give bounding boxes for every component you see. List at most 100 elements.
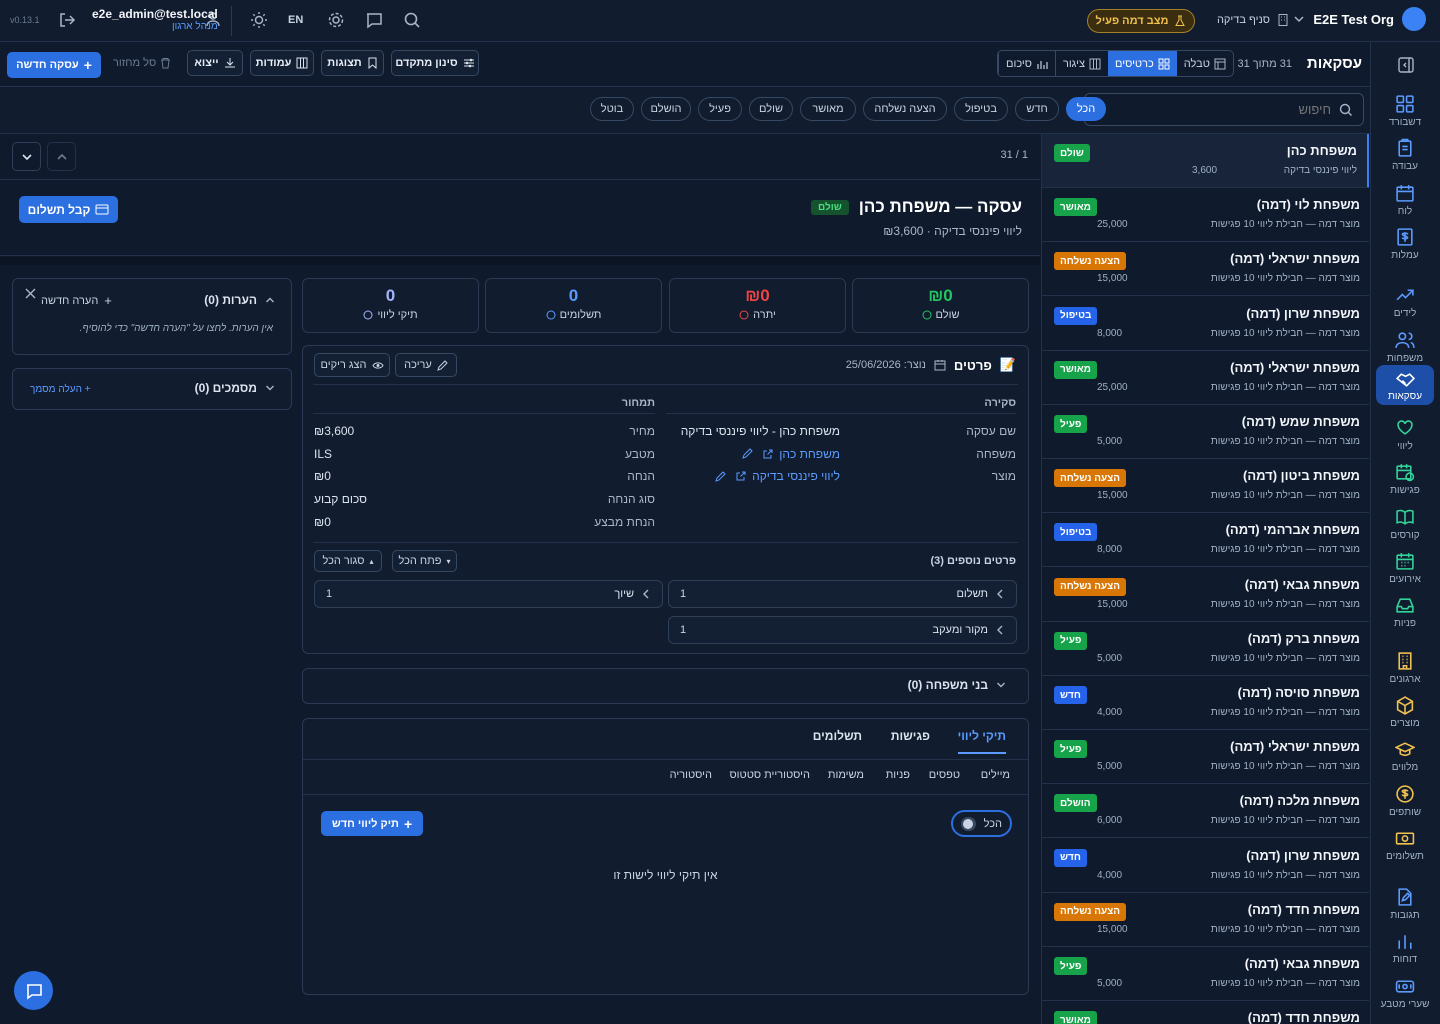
sidebar-item-15[interactable]: מלווים	[1370, 739, 1440, 773]
deal-list-item[interactable]: משפחת כהן ליווי פיננסי בדיקה 3,600 שולם	[1042, 134, 1369, 188]
subtab-2[interactable]: טפסים	[929, 769, 960, 781]
advanced-filter-button[interactable]: סינון מתקדם	[391, 50, 479, 76]
tab-2[interactable]: פגישות	[891, 729, 930, 752]
show-empty-button[interactable]: הצג ריקים	[314, 353, 390, 377]
trash-button[interactable]: סל מחזור	[113, 57, 171, 69]
family-members-section[interactable]: בני משפחה (0)	[302, 668, 1029, 704]
deal-list-item[interactable]: משפחת מלכה (דמה) מוצר דמה — חבילת ליווי 1…	[1042, 784, 1369, 839]
new-deal-button[interactable]: + עסקה חדשה	[7, 52, 101, 78]
status-chip-5[interactable]: מאושר	[800, 97, 856, 121]
pencil-icon[interactable]	[742, 448, 753, 459]
columns-button[interactable]: עמודות	[250, 50, 314, 76]
sidebar-item-20[interactable]: שערי מטבע	[1370, 976, 1440, 1010]
sidebar-item-16[interactable]: שותפים	[1370, 784, 1440, 818]
status-chip-7[interactable]: פעיל	[698, 97, 742, 121]
new-note-button[interactable]: + הערה חדשה	[41, 293, 112, 308]
sidebar-item-5[interactable]: לידים	[1370, 285, 1440, 319]
sidebar-item-14[interactable]: מוצרים	[1370, 695, 1440, 729]
deal-list-item[interactable]: משפחת שרון (דמה) מוצר דמה — חבילת ליווי 1…	[1042, 297, 1369, 351]
status-chip-2[interactable]: חדש	[1015, 97, 1059, 121]
new-file-button[interactable]: + תיק ליווי חדש	[321, 811, 423, 836]
sidebar-item-2[interactable]: עבודה	[1370, 138, 1440, 172]
deal-list-item[interactable]: משפחת חדד (דמה) מאושר	[1042, 1001, 1369, 1024]
deal-list-item[interactable]: משפחת גבאי (דמה) מוצר דמה — חבילת ליווי 1…	[1042, 568, 1369, 622]
upload-document-link[interactable]: + העלה מסמך	[30, 384, 91, 395]
sidebar-item-7[interactable]: עסקאות	[1376, 365, 1434, 405]
deal-list-item[interactable]: משפחת חדד (דמה) מוצר דמה — חבילת ליווי 10…	[1042, 893, 1369, 947]
deal-list-item[interactable]: משפחת ישראלי (דמה) מוצר דמה — חבילת ליווי…	[1042, 730, 1369, 785]
sidebar-item-6[interactable]: משפחות	[1370, 330, 1440, 364]
search-input[interactable]	[1095, 102, 1331, 117]
deal-list-item[interactable]: משפחת שמש (דמה) מוצר דמה — חבילת ליווי 10…	[1042, 405, 1369, 459]
deal-list-item[interactable]: משפחת ישראלי (דמה) מוצר דמה — חבילת ליווי…	[1042, 242, 1369, 297]
tab-3[interactable]: תשלומים	[813, 729, 862, 752]
extra-section[interactable]: תשלום 1	[668, 580, 1017, 608]
branch-switcher[interactable]: סניף בדיקה	[1217, 13, 1290, 27]
status-chip-8[interactable]: הושלם	[641, 97, 691, 121]
all-toggle[interactable]: הכל	[951, 810, 1012, 837]
deal-list-item[interactable]: משפחת שרון (דמה) מוצר דמה — חבילת ליווי 1…	[1042, 839, 1369, 893]
overview-value[interactable]: משפחת כהן	[742, 447, 840, 461]
sidebar-item-18[interactable]: תגובות	[1370, 887, 1440, 921]
deal-list-item[interactable]: משפחת ישראלי (דמה) מוצר דמה — חבילת ליווי…	[1042, 351, 1369, 405]
sidebar-item-17[interactable]: תשלומים	[1370, 828, 1440, 862]
subtab-1[interactable]: מיילים	[981, 769, 1010, 781]
search-box[interactable]	[1084, 93, 1364, 126]
overview-value[interactable]: ליווי פיננסי בדיקה	[715, 469, 840, 483]
gear-icon[interactable]	[325, 11, 345, 31]
subtab-6[interactable]: היסטוריה	[670, 769, 712, 781]
sidebar-item-1[interactable]: דשבורד	[1370, 94, 1440, 128]
view-table[interactable]: טבלה	[1177, 51, 1233, 76]
subtab-4[interactable]: משימות	[828, 769, 864, 781]
extra-section[interactable]: מקור ומעקב 1	[668, 616, 1017, 644]
deal-list-item[interactable]: משפחת סויסה (דמה) מוצר דמה — חבילת ליווי …	[1042, 676, 1369, 730]
deal-list-item[interactable]: משפחת לוי (דמה) מוצר דמה — חבילת ליווי 10…	[1042, 188, 1369, 243]
sun-icon[interactable]	[248, 11, 268, 31]
subtab-5[interactable]: היסטוריית סטטוס	[729, 769, 810, 781]
extra-section[interactable]: שיוך 1	[314, 580, 663, 608]
receive-payment-button[interactable]: קבל תשלום	[19, 196, 118, 223]
sidebar-item-13[interactable]: ארגונים	[1370, 651, 1440, 685]
chat-icon[interactable]	[363, 11, 383, 31]
logout-icon[interactable]	[56, 11, 76, 31]
documents-header[interactable]: מסמכים (0)	[195, 381, 275, 395]
sidebar-item-11[interactable]: אירועים	[1370, 551, 1440, 585]
sidebar-item-8[interactable]: ליווי	[1370, 418, 1440, 452]
sidebar-item-12[interactable]: פניות	[1370, 595, 1440, 629]
next-deal-button[interactable]	[12, 142, 41, 171]
status-chip-1[interactable]: הכל	[1066, 97, 1106, 121]
close-all-button[interactable]: ▴ סגור הכל	[314, 550, 382, 572]
mock-mode-badge[interactable]: מצב דמה פעיל	[1087, 9, 1195, 33]
status-chip-3[interactable]: בטיפול	[954, 97, 1008, 121]
chat-fab[interactable]	[14, 971, 53, 1010]
view-pipeline[interactable]: ציגור	[1054, 51, 1108, 76]
org-switcher[interactable]: E2E Test Org	[1293, 7, 1426, 31]
search-icon[interactable]	[401, 11, 421, 31]
deal-list-item[interactable]: משפחת גבאי (דמה) מוצר דמה — חבילת ליווי 1…	[1042, 947, 1369, 1001]
sidebar-item-10[interactable]: קורסים	[1370, 507, 1440, 541]
views-button[interactable]: תצוגות	[321, 50, 384, 76]
subtab-3[interactable]: פניות	[886, 769, 910, 781]
view-cards[interactable]: כרטיסים	[1107, 51, 1177, 76]
status-chip-9[interactable]: בוטל	[590, 97, 634, 121]
deal-list-item[interactable]: משפחת אברהמי (דמה) מוצר דמה — חבילת ליווי…	[1042, 513, 1369, 568]
sidebar-item-9[interactable]: פגישות	[1370, 462, 1440, 496]
export-button[interactable]: ייצוא	[187, 50, 243, 76]
notes-header[interactable]: הערות (0)	[204, 293, 275, 307]
tab-1[interactable]: תיקי ליווי	[957, 729, 1006, 754]
deal-list-item[interactable]: משפחת ברק (דמה) מוצר דמה — חבילת ליווי 10…	[1042, 622, 1369, 676]
pencil-icon[interactable]	[715, 470, 726, 482]
sidebar-collapse-icon[interactable]	[1395, 56, 1415, 76]
sidebar-item-3[interactable]: לוח	[1370, 183, 1440, 217]
prev-deal-button[interactable]	[47, 142, 76, 171]
status-chip-4[interactable]: הצעה נשלחה	[863, 97, 947, 121]
open-all-button[interactable]: ▾ פתח הכל	[392, 550, 457, 572]
language-toggle[interactable]: EN	[288, 14, 303, 26]
sidebar-item-19[interactable]: דוחות	[1370, 931, 1440, 965]
edit-button[interactable]: עריכה	[395, 353, 457, 377]
close-icon[interactable]	[24, 288, 36, 300]
sidebar-item-4[interactable]: עמלות	[1370, 227, 1440, 261]
status-chip-6[interactable]: שולם	[749, 97, 793, 121]
deal-list-item[interactable]: משפחת ביטון (דמה) מוצר דמה — חבילת ליווי …	[1042, 459, 1369, 514]
view-summary[interactable]: סיכום	[998, 51, 1055, 76]
